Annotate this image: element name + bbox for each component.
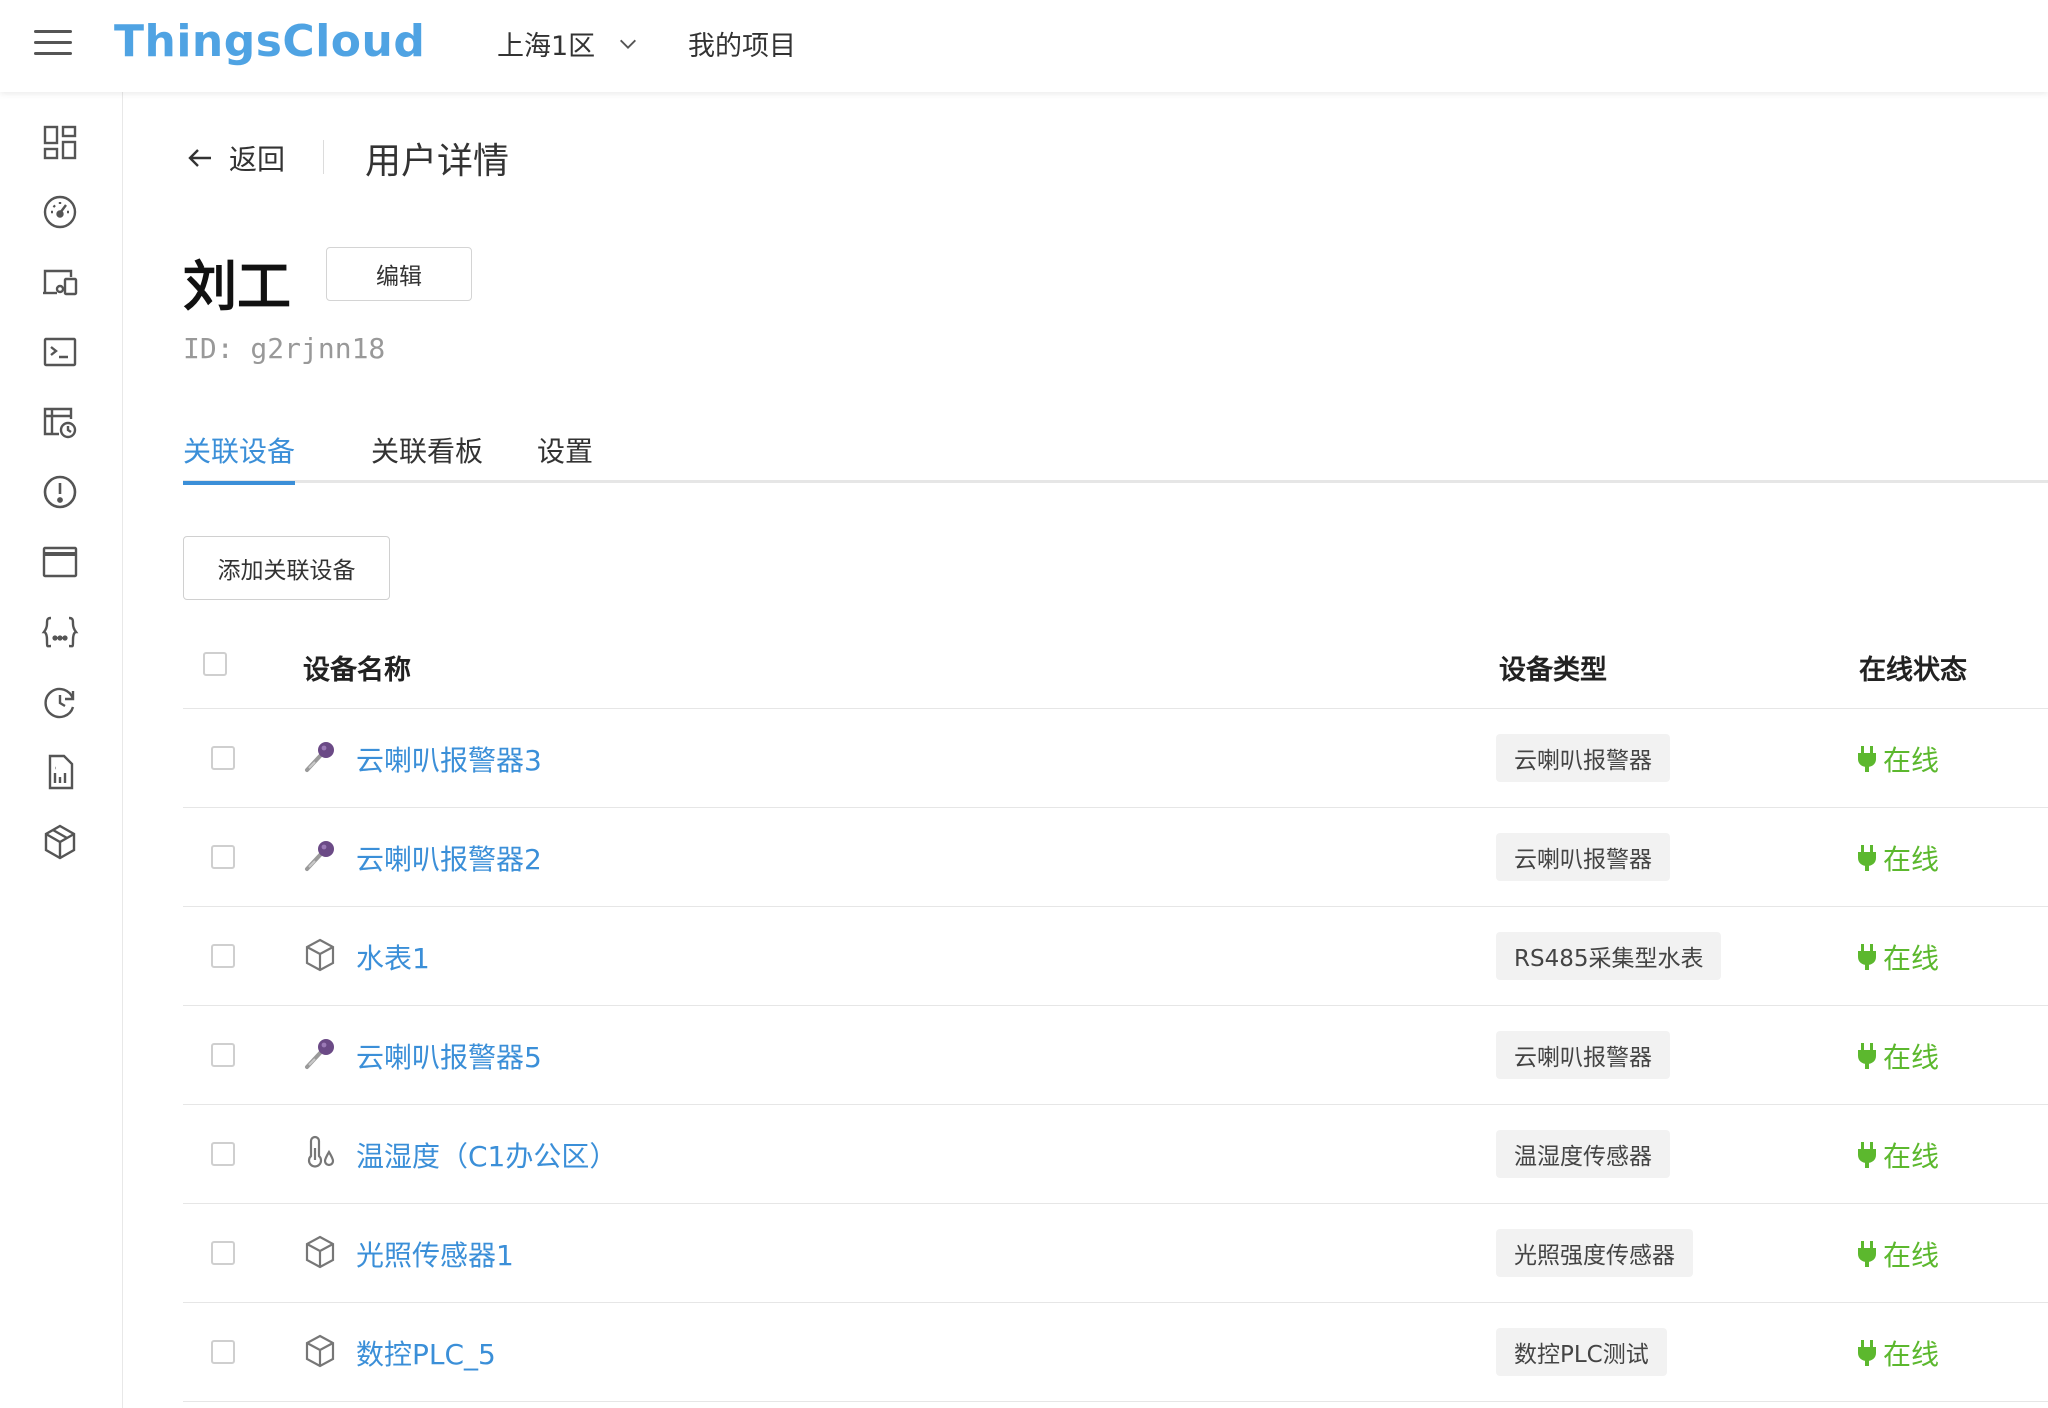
device-type-badge: RS485采集型水表 <box>1496 932 1722 980</box>
column-device-type: 设备类型 <box>1499 655 1607 686</box>
select-all-checkbox[interactable] <box>203 652 227 676</box>
device-type-badge: 温湿度传感器 <box>1496 1130 1670 1178</box>
plug-icon <box>1858 746 1876 772</box>
online-status: 在线 <box>1857 838 1939 878</box>
cube-icon <box>301 1233 339 1271</box>
plug-icon <box>1858 944 1876 970</box>
devices-icon[interactable] <box>40 262 80 302</box>
plug-icon <box>1858 845 1876 871</box>
table-row: 光照传感器1 光照强度传感器 在线 <box>183 1204 2048 1303</box>
plug-icon <box>1858 1241 1876 1267</box>
thermometer-icon <box>301 1134 339 1172</box>
plug-icon <box>1858 1340 1876 1366</box>
sidebar <box>0 92 123 1408</box>
device-type-badge: 云喇叭报警器 <box>1496 734 1670 782</box>
online-status: 在线 <box>1857 1333 1939 1373</box>
cube-icon <box>301 936 339 974</box>
region-selector[interactable]: 上海1区 <box>497 24 639 63</box>
window-icon[interactable] <box>40 542 80 582</box>
plug-icon <box>1858 1043 1876 1069</box>
menu-icon[interactable] <box>34 30 72 60</box>
table-row: 温湿度（C1办公区） 温湿度传感器 在线 <box>183 1105 2048 1204</box>
row-checkbox[interactable] <box>211 1241 235 1265</box>
tab-bar: 关联设备 关联看板 设置 <box>183 430 2048 485</box>
user-id: ID: g2rjnn18 <box>183 332 386 365</box>
column-online-status: 在线状态 <box>1859 655 1967 686</box>
table-body: 云喇叭报警器3 云喇叭报警器 在线 云喇叭报警器2 云喇叭报警器 在线 水表1 RS485采集… <box>183 709 2048 1402</box>
arrow-left-icon <box>188 149 211 167</box>
back-button[interactable]: 返回 <box>185 138 285 178</box>
logo[interactable]: ThingsCloud <box>114 16 425 67</box>
terminal-icon[interactable] <box>40 332 80 372</box>
status-label: 在线 <box>1883 942 1940 975</box>
device-type-badge: 数控PLC测试 <box>1496 1328 1667 1376</box>
tab-related-devices[interactable]: 关联设备 <box>183 430 296 485</box>
status-label: 在线 <box>1883 1140 1940 1173</box>
add-related-device-button[interactable]: 添加关联设备 <box>183 536 390 600</box>
plug-icon <box>1858 1142 1876 1168</box>
row-checkbox[interactable] <box>211 1340 235 1364</box>
status-label: 在线 <box>1883 1239 1940 1272</box>
row-checkbox[interactable] <box>211 944 235 968</box>
status-label: 在线 <box>1883 843 1940 876</box>
microphone-icon <box>301 837 339 875</box>
microphone-icon <box>301 1035 339 1073</box>
table-header: 设备名称 设备类型 在线状态 <box>183 622 2048 709</box>
status-label: 在线 <box>1883 1041 1940 1074</box>
table-row: 云喇叭报警器5 云喇叭报警器 在线 <box>183 1006 2048 1105</box>
table-row: 水表1 RS485采集型水表 在线 <box>183 907 2048 1006</box>
device-name-link[interactable]: 水表1 <box>356 937 430 977</box>
chevron-down-icon <box>620 39 637 49</box>
device-type-badge: 光照强度传感器 <box>1496 1229 1693 1277</box>
device-name-link[interactable]: 数控PLC_5 <box>356 1333 496 1373</box>
row-checkbox[interactable] <box>211 746 235 770</box>
online-status: 在线 <box>1857 1036 1939 1076</box>
edit-button[interactable]: 编辑 <box>326 247 472 301</box>
device-name-link[interactable]: 云喇叭报警器3 <box>356 739 542 779</box>
microphone-icon <box>301 738 339 776</box>
device-type-badge: 云喇叭报警器 <box>1496 1031 1670 1079</box>
status-label: 在线 <box>1883 1338 1940 1371</box>
table-row: 数控PLC_5 数控PLC测试 在线 <box>183 1303 2048 1402</box>
page-title: 用户详情 <box>365 141 510 182</box>
devices-table: 设备名称 设备类型 在线状态 云喇叭报警器3 云喇叭报警器 在线 云喇叭报警器2 云喇叭… <box>183 622 2048 1402</box>
alert-icon[interactable] <box>40 472 80 512</box>
tab-related-dashboards[interactable]: 关联看板 <box>371 430 483 482</box>
online-status: 在线 <box>1857 1135 1939 1175</box>
dashboard-icon[interactable] <box>40 122 80 162</box>
online-status: 在线 <box>1857 937 1939 977</box>
device-name-link[interactable]: 云喇叭报警器2 <box>356 838 542 878</box>
device-name-link[interactable]: 云喇叭报警器5 <box>356 1036 542 1076</box>
device-name-link[interactable]: 温湿度（C1办公区） <box>356 1135 617 1175</box>
device-name-link[interactable]: 光照传感器1 <box>356 1234 514 1274</box>
sim-card-icon[interactable] <box>40 752 80 792</box>
row-checkbox[interactable] <box>211 1142 235 1166</box>
package-icon[interactable] <box>40 822 80 862</box>
header-divider <box>323 140 324 174</box>
json-braces-icon[interactable] <box>40 612 80 652</box>
my-projects-link[interactable]: 我的项目 <box>688 24 796 63</box>
status-label: 在线 <box>1883 744 1940 777</box>
region-label: 上海1区 <box>497 31 596 62</box>
row-checkbox[interactable] <box>211 1043 235 1067</box>
table-row: 云喇叭报警器3 云喇叭报警器 在线 <box>183 709 2048 808</box>
history-icon[interactable] <box>40 682 80 722</box>
main-content: 返回 用户详情 刘工 编辑 ID: g2rjnn18 关联设备 关联看板 设置 … <box>123 92 2048 1408</box>
user-name: 刘工 <box>183 255 291 318</box>
online-status: 在线 <box>1857 739 1939 779</box>
back-label: 返回 <box>229 143 286 176</box>
tab-settings[interactable]: 设置 <box>537 430 593 482</box>
cube-icon <box>301 1332 339 1370</box>
schedule-icon[interactable] <box>40 402 80 442</box>
table-row: 云喇叭报警器2 云喇叭报警器 在线 <box>183 808 2048 907</box>
device-type-badge: 云喇叭报警器 <box>1496 833 1670 881</box>
column-device-name: 设备名称 <box>303 655 411 686</box>
top-bar: ThingsCloud 上海1区 我的项目 <box>0 0 2048 92</box>
gauge-icon[interactable] <box>40 192 80 232</box>
online-status: 在线 <box>1857 1234 1939 1274</box>
row-checkbox[interactable] <box>211 845 235 869</box>
